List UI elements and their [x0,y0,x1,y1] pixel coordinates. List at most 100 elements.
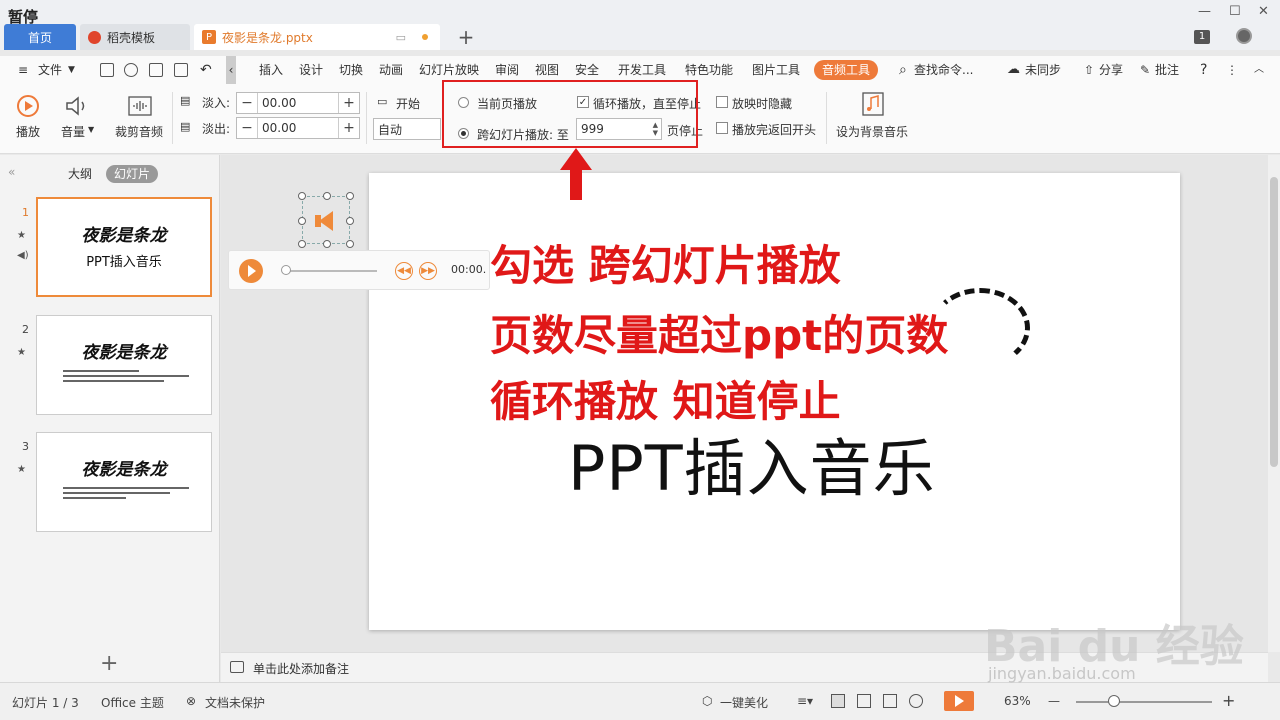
resize-handle[interactable] [346,240,354,248]
notes-icon [230,661,244,673]
maximize-button[interactable]: ☐ [1229,4,1241,19]
close-button[interactable]: ✕ [1258,4,1269,19]
align-icon[interactable]: ≡▾ [797,694,813,708]
resize-handle[interactable] [298,217,306,225]
fade-out-stepper[interactable]: − 00.00 + [236,117,360,139]
monitor-icon[interactable]: ▭ [396,31,406,44]
chevron-down-icon[interactable]: ▼ [68,56,75,84]
speaker-body [315,215,321,227]
presenter-icon[interactable] [909,694,923,708]
trim-audio-icon[interactable] [127,94,153,118]
slide-thumbnail-2[interactable]: 夜影是条龙 [36,315,212,415]
menu-insert[interactable]: 插入 [259,56,283,84]
slide-title[interactable]: PPT插入音乐 [568,418,936,508]
tab-document[interactable]: P 夜影是条龙.pptx ▭ [194,24,440,50]
volume-button[interactable]: 音量 [61,123,85,140]
search-command[interactable]: 查找命令... [914,56,973,84]
trim-audio-button[interactable]: 裁剪音频 [115,123,163,140]
more-icon[interactable]: ⋮ [1226,56,1238,84]
slide-thumbnail-3[interactable]: 夜影是条龙 [36,432,212,532]
fade-in-increment[interactable]: + [339,95,359,111]
tab-home[interactable]: 首页 [4,24,76,50]
menu-picture-tools[interactable]: 图片工具 [752,56,800,84]
tab-template[interactable]: 稻壳模板 [80,24,190,50]
help-icon[interactable]: ? [1200,56,1207,84]
resize-handle[interactable] [323,192,331,200]
resize-handle[interactable] [346,192,354,200]
zoom-slider[interactable] [1076,701,1212,703]
menu-transition[interactable]: 切换 [339,56,363,84]
rewind-label[interactable]: 播放完返回开头 [732,121,816,138]
hide-on-show-checkbox[interactable] [716,96,728,108]
fade-out-increment[interactable]: + [339,120,359,136]
reading-view-icon[interactable] [883,694,897,708]
share-button[interactable]: 分享 [1099,56,1123,84]
start-select[interactable]: 自动 [373,118,441,140]
rewind-checkbox[interactable] [716,122,728,134]
theme-name[interactable]: Office 主题 [101,694,164,711]
beautify-button[interactable]: 一键美化 [720,694,768,711]
forward-icon[interactable]: ▶▶ [419,262,437,280]
normal-view-icon[interactable] [831,694,845,708]
rewind-icon[interactable]: ◀◀ [395,262,413,280]
slide-sorter-icon[interactable] [857,694,871,708]
scrollbar-thumb[interactable] [1270,177,1278,467]
fade-out-decrement[interactable]: − [237,120,257,136]
fade-in-decrement[interactable]: − [237,95,257,111]
tab-outline[interactable]: 大纲 [60,165,100,183]
document-protection[interactable]: 文档未保护 [205,694,265,711]
resize-handle[interactable] [346,217,354,225]
resize-handle[interactable] [323,240,331,248]
zoom-out-button[interactable]: — [1048,694,1060,708]
play-circle-icon[interactable] [16,94,40,118]
collapse-panel-icon[interactable]: « [8,165,15,179]
minimize-button[interactable]: — [1198,4,1211,19]
volume-icon[interactable] [64,94,90,118]
menu-animation[interactable]: 动画 [379,56,403,84]
star-icon: ★ [17,347,26,358]
audio-object[interactable] [298,192,354,248]
start-icon: ▭ [377,95,388,108]
avatar[interactable] [1236,28,1252,44]
hide-on-show-label[interactable]: 放映时隐藏 [732,95,792,112]
notes-placeholder[interactable]: 单击此处添加备注 [253,660,349,677]
search-icon[interactable]: ⌕ [899,56,907,84]
vertical-scrollbar[interactable] [1268,155,1280,652]
save-icon[interactable] [100,63,114,77]
undo-icon[interactable]: ↶ [200,56,212,84]
collapse-ribbon-icon[interactable]: ︿ [1254,56,1264,84]
fade-out-input[interactable]: 00.00 [257,118,339,138]
slideshow-play-button[interactable] [944,691,974,711]
menu-design[interactable]: 设计 [299,56,323,84]
resize-handle[interactable] [298,192,306,200]
sync-status[interactable]: 未同步 [1025,56,1061,84]
zoom-in-button[interactable]: + [1222,691,1235,710]
play-button[interactable]: 播放 [16,123,40,140]
tab-slides[interactable]: 幻灯片 [106,165,159,183]
new-tab-button[interactable]: + [452,24,480,50]
fade-in-stepper[interactable]: − 00.00 + [236,92,360,114]
comment-button[interactable]: 批注 [1155,56,1179,84]
hamburger-icon[interactable]: ≡ [18,56,28,84]
print-icon[interactable] [149,63,163,77]
chevron-down-icon[interactable]: ▼ [88,125,94,134]
slide-number: 2 [22,323,29,336]
zoom-level[interactable]: 63% [1004,694,1031,708]
add-slide-button[interactable]: + [100,651,118,676]
resize-handle[interactable] [298,240,306,248]
player-progress-track[interactable] [285,270,377,272]
thumb-title: 夜影是条龙 [81,460,167,480]
menu-file[interactable]: 文件 [38,56,62,84]
window-count-badge[interactable]: 1 [1194,30,1210,44]
undo-history-icon[interactable] [124,63,138,77]
zoom-slider-knob[interactable] [1108,695,1120,707]
background-music-icon[interactable] [862,92,884,116]
player-play-button[interactable] [239,259,263,283]
menu-audio-tools[interactable]: 音频工具 [814,60,879,80]
fade-in-input[interactable]: 00.00 [257,93,339,113]
set-background-music-button[interactable]: 设为背景音乐 [836,123,908,140]
player-progress-knob[interactable] [281,265,291,275]
preview-icon[interactable] [174,63,188,77]
slide-thumbnail-1[interactable]: 夜影是条龙 PPT插入音乐 [36,197,212,297]
chevron-left-icon[interactable]: ‹ [226,56,236,84]
